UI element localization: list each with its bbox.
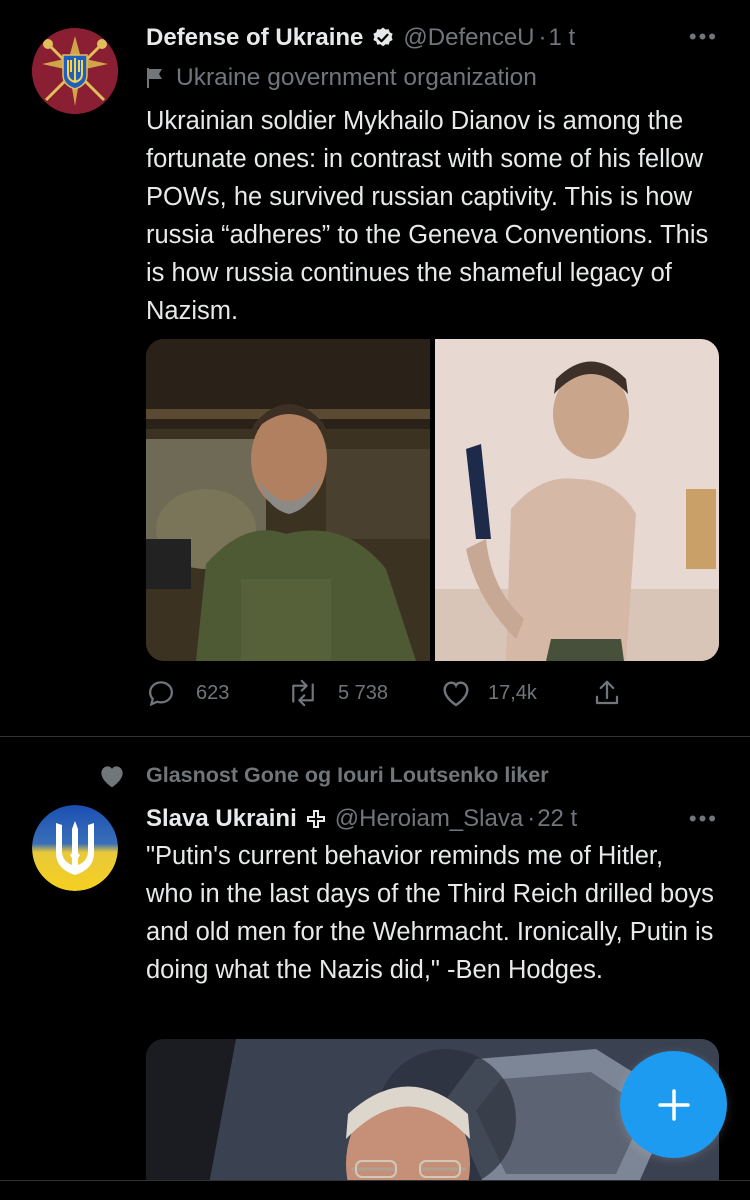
retweet-button[interactable]: 5 738 — [286, 678, 388, 708]
photo-freed-pow[interactable] — [435, 339, 719, 661]
tweet-time[interactable]: 22 t — [537, 805, 577, 833]
heart-icon — [443, 681, 469, 707]
heart-filled-icon — [97, 762, 127, 795]
tweet-time[interactable]: 1 t — [549, 24, 576, 52]
author-name[interactable]: Defense of Ukraine — [146, 24, 363, 52]
media-photos — [146, 339, 719, 661]
tweet-defense-of-ukraine[interactable]: Defense of Ukraine @DefenceU · 1 t ••• U… — [0, 0, 750, 735]
tweet-actions: 623 5 738 17,4k — [146, 673, 716, 713]
flag-icon — [146, 67, 164, 89]
author-handle[interactable]: @Heroiam_Slava — [335, 805, 523, 833]
tweet-text: "Putin's current behavior reminds me of … — [146, 842, 714, 984]
plus-icon — [657, 1088, 690, 1121]
like-button[interactable]: 17,4k — [440, 678, 537, 708]
separator-dot: · — [527, 805, 536, 832]
tweet-header: Slava Ukraini @Heroiam_Slava · 22 t — [146, 799, 710, 839]
author-name[interactable]: Slava Ukraini — [146, 805, 297, 833]
separator-dot: · — [538, 24, 547, 51]
compose-tweet-button[interactable] — [620, 1051, 727, 1158]
trident-emblem-icon — [32, 805, 118, 891]
ukraine-cross-icon — [305, 808, 327, 830]
reply-count: 623 — [196, 681, 230, 704]
avatar-slava-ukraini[interactable] — [32, 805, 118, 891]
more-options-button[interactable]: ••• — [689, 24, 718, 50]
verified-badge-icon — [371, 26, 395, 50]
reply-icon — [148, 681, 174, 707]
more-options-button[interactable]: ••• — [689, 806, 718, 832]
retweet-count: 5 738 — [338, 681, 389, 704]
tweet-media[interactable] — [146, 339, 719, 661]
social-context-row: Glasnost Gone og Iouri Loutsenko liker — [0, 757, 750, 793]
org-label: Ukraine government organization — [176, 64, 537, 91]
author-handle[interactable]: @DefenceU — [403, 24, 534, 52]
tweet-header: Defense of Ukraine @DefenceU · 1 t — [146, 18, 710, 58]
photo-soldier[interactable] — [146, 339, 430, 661]
defense-emblem-icon — [32, 28, 118, 114]
avatar-defense-of-ukraine[interactable] — [32, 28, 118, 114]
like-count: 17,4k — [488, 681, 537, 704]
tweet-text: Ukrainian soldier Mykhailo Dianov is amo… — [146, 107, 709, 325]
share-icon — [595, 680, 619, 705]
bottom-nav-edge — [0, 1180, 750, 1200]
retweet-icon — [292, 679, 314, 707]
share-button[interactable] — [592, 678, 622, 708]
org-label-row: Ukraine government organization — [146, 60, 537, 96]
social-context-text[interactable]: Glasnost Gone og Iouri Loutsenko liker — [146, 763, 549, 788]
reply-button[interactable]: 623 — [146, 678, 229, 708]
